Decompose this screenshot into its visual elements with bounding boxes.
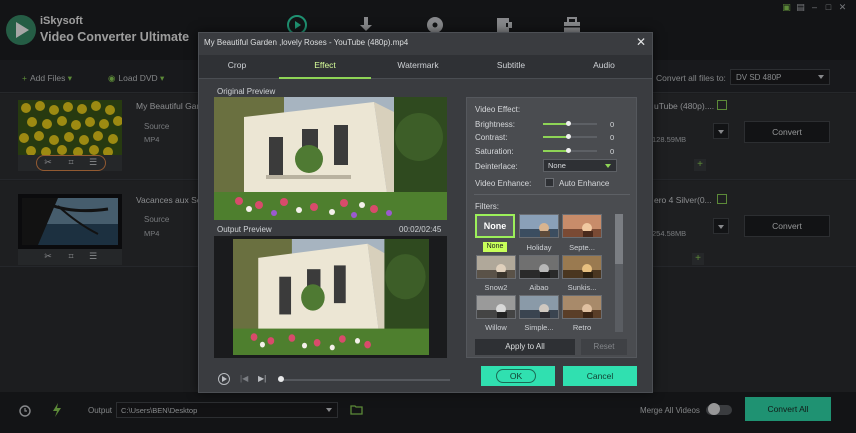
filter-simple[interactable] [519,295,559,319]
video-effect-heading: Video Effect: [475,105,521,114]
filter-name: Snow2 [484,283,508,292]
output-preview-label: Output Preview [217,225,272,234]
filter-none[interactable]: None [475,214,515,238]
filter-name: Septe... [569,243,595,252]
brightness-slider-fill [543,123,569,125]
filters-label: Filters: [475,202,499,211]
apply-to-all-button[interactable]: Apply to All [475,339,575,355]
contrast-value: 0 [610,133,615,142]
reset-button[interactable]: Reset [581,339,627,355]
divider [474,194,630,195]
brightness-label: Brightness: [475,120,516,129]
next-frame-icon[interactable]: ▶| [258,374,266,383]
filter-name: Retro [572,323,592,332]
deinterlace-label: Deinterlace: [475,162,518,171]
tab-effect[interactable]: Effect [280,60,370,70]
cancel-button[interactable]: Cancel [563,366,637,386]
filters-scrollbar-thumb[interactable] [615,214,623,264]
filter-aibao[interactable] [519,255,559,279]
filter-retro[interactable] [562,295,602,319]
filter-name: Willow [485,323,507,332]
filter-willow[interactable] [476,295,516,319]
saturation-label: Saturation: [475,147,514,156]
previous-frame-icon[interactable]: |◀ [240,374,248,383]
original-preview-image [214,97,447,220]
original-preview-label: Original Preview [217,87,276,96]
filter-snow2[interactable] [476,255,516,279]
seek-bar[interactable] [278,379,450,381]
auto-enhance-checkbox[interactable] [545,178,554,187]
deinterlace-select[interactable]: None [543,159,617,172]
video-enhance-label: Video Enhance: [475,179,532,188]
dialog-title: My Beautiful Garden ,lovely Roses - YouT… [204,38,409,47]
tab-watermark[interactable]: Watermark [373,60,463,70]
tab-crop[interactable]: Crop [192,60,282,70]
ok-button-label: OK [496,369,536,383]
filter-name: Aibao [529,283,549,292]
tab-subtitle[interactable]: Subtitle [466,60,556,70]
chevron-down-icon [605,164,611,168]
contrast-label: Contrast: [475,133,508,142]
saturation-slider-fill [543,150,569,152]
filter-september[interactable] [562,214,602,238]
active-tab-indicator [279,77,371,79]
contrast-slider-fill [543,136,569,138]
playback-time: 00:02/02:45 [399,225,442,234]
brightness-value: 0 [610,120,615,129]
tab-audio[interactable]: Audio [559,60,649,70]
output-preview-image [233,239,429,355]
dialog-close-icon[interactable]: ✕ [636,35,646,49]
filter-name: Sunkis... [567,283,597,292]
deinterlace-value: None [548,161,566,170]
play-icon [222,376,227,382]
filter-sunkissed[interactable] [562,255,602,279]
filter-name: None [483,242,507,252]
saturation-value: 0 [610,147,615,156]
filter-name: Simple... [524,323,554,332]
auto-enhance-label: Auto Enhance [559,179,610,188]
filter-holiday[interactable] [519,214,559,238]
filter-name: Holiday [526,243,552,252]
seek-handle[interactable] [278,376,284,382]
